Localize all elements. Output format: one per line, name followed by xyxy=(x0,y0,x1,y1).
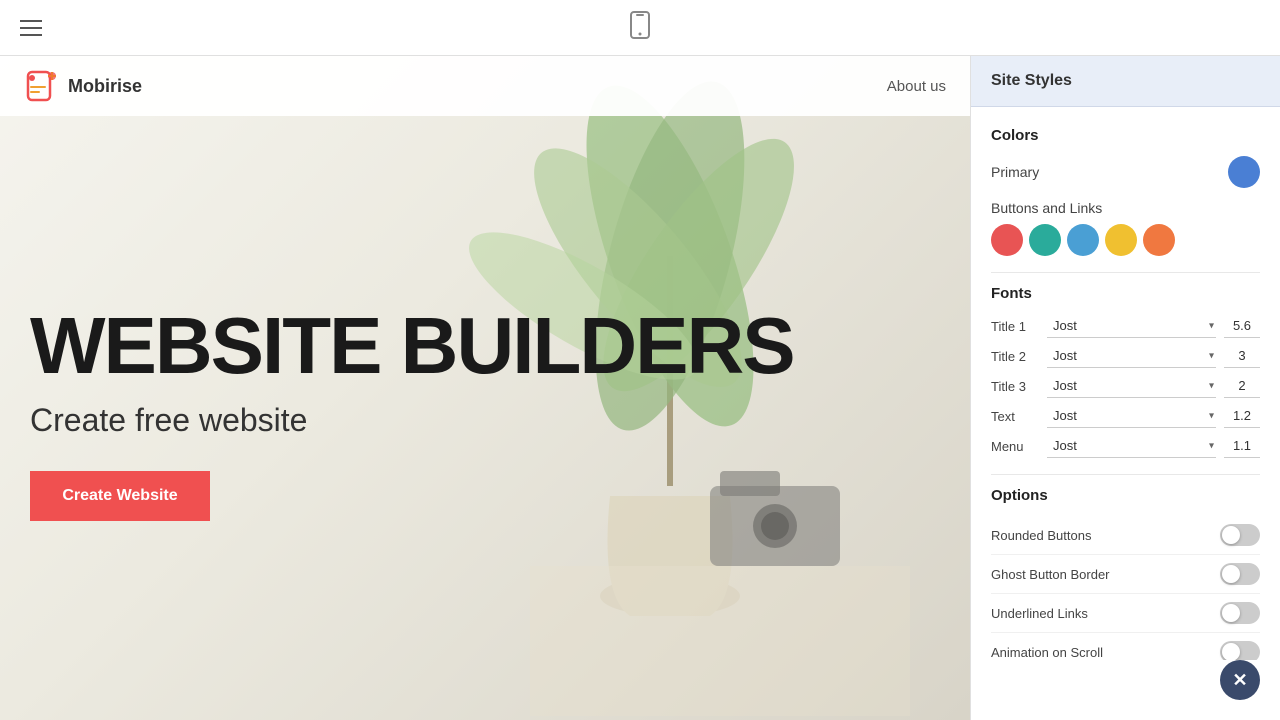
fonts-options-divider xyxy=(991,474,1260,475)
font-select-menu[interactable]: Jost Arial xyxy=(1047,434,1216,458)
about-us-link[interactable]: About us xyxy=(887,78,946,95)
font-select-title3[interactable]: Jost Arial xyxy=(1047,374,1216,398)
font-size-text[interactable] xyxy=(1224,404,1260,428)
font-select-title2-wrapper: Jost Arial ▾ xyxy=(1047,344,1216,368)
brand-icon xyxy=(24,68,60,104)
option-row-ghost-border: Ghost Button Border xyxy=(991,555,1260,594)
font-select-title3-wrapper: Jost Arial ▾ xyxy=(1047,374,1216,398)
top-bar xyxy=(0,0,1280,56)
swatch-yellow[interactable] xyxy=(1105,224,1137,256)
font-label-title1: Title 1 xyxy=(991,319,1039,334)
primary-row: Primary xyxy=(991,156,1260,188)
options-section-title: Options xyxy=(991,487,1260,504)
option-row-rounded-buttons: Rounded Buttons xyxy=(991,516,1260,555)
underlined-links-label: Underlined Links xyxy=(991,606,1088,621)
animation-on-scroll-label: Animation on Scroll xyxy=(991,645,1103,660)
colors-section-title: Colors xyxy=(991,127,1260,144)
styles-panel: Site Styles Colors Primary Buttons and L… xyxy=(970,56,1280,720)
option-row-animation-scroll: Animation on Scroll xyxy=(991,633,1260,660)
create-website-button[interactable]: Create Website xyxy=(30,471,210,521)
font-select-title2[interactable]: Jost Arial xyxy=(1047,344,1216,368)
option-row-underlined-links: Underlined Links xyxy=(991,594,1260,633)
font-select-menu-wrapper: Jost Arial ▾ xyxy=(1047,434,1216,458)
font-label-title2: Title 2 xyxy=(991,349,1039,364)
font-select-title1[interactable]: Jost Arial Roboto xyxy=(1047,314,1216,338)
colors-fonts-divider xyxy=(991,272,1260,273)
font-select-text-wrapper: Jost Arial ▾ xyxy=(1047,404,1216,428)
hero-subtitle: Create free website xyxy=(30,402,940,439)
font-row-title2: Title 2 Jost Arial ▾ xyxy=(991,344,1260,368)
font-size-title2[interactable] xyxy=(1224,344,1260,368)
hero-content: WEBSITE BUILDERS Create free website Cre… xyxy=(0,56,970,720)
hero-title: WEBSITE BUILDERS xyxy=(30,306,940,386)
color-swatches xyxy=(991,224,1260,256)
swatch-orange[interactable] xyxy=(1143,224,1175,256)
font-label-text: Text xyxy=(991,409,1039,424)
font-row-menu: Menu Jost Arial ▾ xyxy=(991,434,1260,458)
swatch-blue[interactable] xyxy=(1067,224,1099,256)
close-icon: ✕ xyxy=(1232,670,1247,691)
swatch-teal[interactable] xyxy=(1029,224,1061,256)
panel-header: Site Styles xyxy=(971,56,1280,107)
font-size-menu[interactable] xyxy=(1224,434,1260,458)
font-label-title3: Title 3 xyxy=(991,379,1039,394)
rounded-buttons-label: Rounded Buttons xyxy=(991,528,1091,543)
ghost-button-border-toggle[interactable] xyxy=(1220,563,1260,585)
ghost-button-border-label: Ghost Button Border xyxy=(991,567,1110,582)
brand: Mobirise xyxy=(24,68,142,104)
preview-area: Mobirise About us WEBSITE BUILDERS Creat… xyxy=(0,56,970,720)
underlined-links-toggle[interactable] xyxy=(1220,602,1260,624)
colors-section: Colors Primary Buttons and Links xyxy=(991,127,1260,256)
fonts-section: Fonts Title 1 Jost Arial Roboto ▾ xyxy=(991,285,1260,458)
phone-device-icon[interactable] xyxy=(629,11,651,45)
primary-label: Primary xyxy=(991,164,1039,180)
font-size-title3[interactable] xyxy=(1224,374,1260,398)
fab-close-button[interactable]: ✕ xyxy=(1220,660,1260,700)
swatch-red[interactable] xyxy=(991,224,1023,256)
font-select-text[interactable]: Jost Arial xyxy=(1047,404,1216,428)
font-select-title1-wrapper: Jost Arial Roboto ▾ xyxy=(1047,314,1216,338)
animation-on-scroll-toggle[interactable] xyxy=(1220,641,1260,660)
brand-name: Mobirise xyxy=(68,76,142,97)
primary-color-picker[interactable] xyxy=(1228,156,1260,188)
font-row-title1: Title 1 Jost Arial Roboto ▾ xyxy=(991,314,1260,338)
main-area: Mobirise About us WEBSITE BUILDERS Creat… xyxy=(0,56,1280,720)
preview-navbar: Mobirise About us xyxy=(0,56,970,116)
font-label-menu: Menu xyxy=(991,439,1039,454)
buttons-links-label: Buttons and Links xyxy=(991,200,1260,216)
panel-body: Colors Primary Buttons and Links Fonts xyxy=(971,107,1280,660)
options-section: Options Rounded Buttons Ghost Button Bor… xyxy=(991,487,1260,660)
font-row-text: Text Jost Arial ▾ xyxy=(991,404,1260,428)
fonts-section-title: Fonts xyxy=(991,285,1260,302)
font-size-title1[interactable] xyxy=(1224,314,1260,338)
rounded-buttons-toggle[interactable] xyxy=(1220,524,1260,546)
font-row-title3: Title 3 Jost Arial ▾ xyxy=(991,374,1260,398)
hamburger-menu-button[interactable] xyxy=(20,20,42,36)
